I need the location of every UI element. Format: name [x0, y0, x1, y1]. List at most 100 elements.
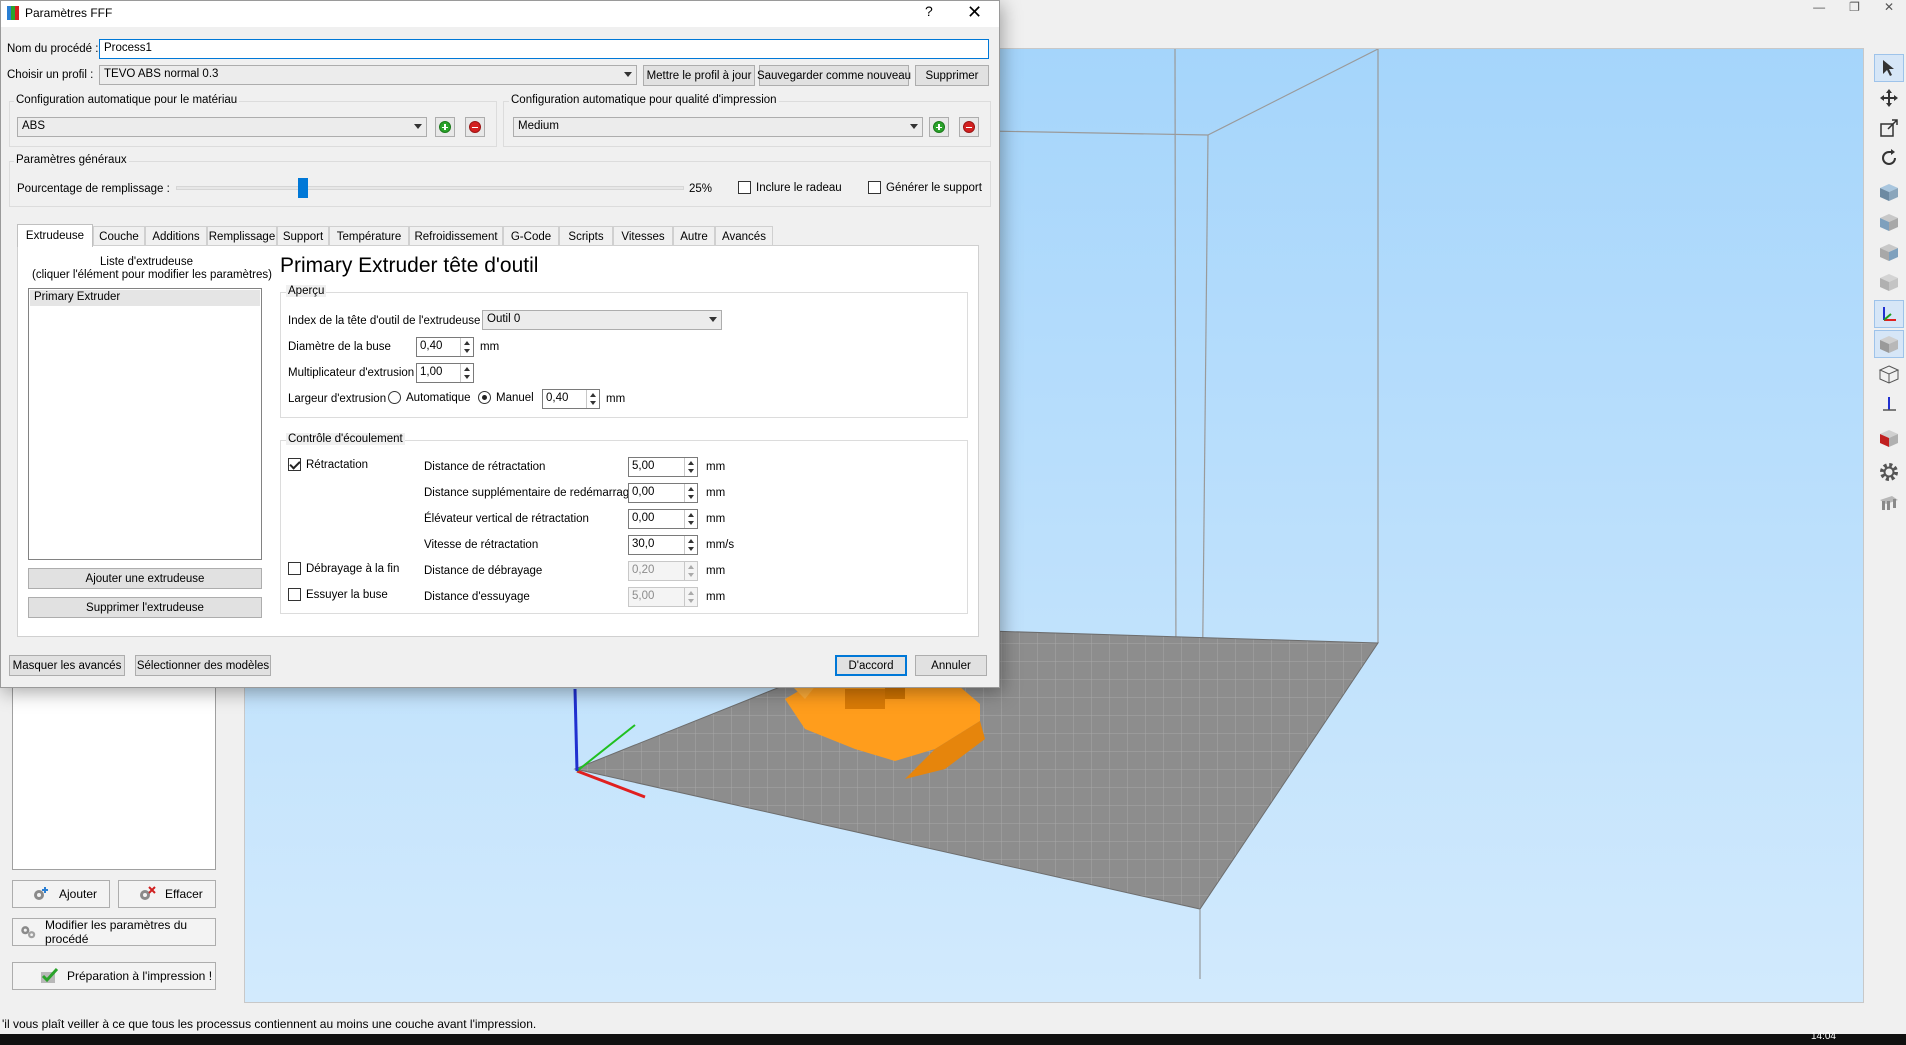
bed-icon[interactable] — [1874, 488, 1904, 516]
extrusion-width-auto-radio[interactable] — [388, 391, 401, 404]
cross-section-icon[interactable] — [1874, 424, 1904, 452]
retraction-distance-input[interactable]: 5,00 — [628, 457, 698, 477]
tool-index-select[interactable]: Outil 0 — [482, 310, 722, 330]
delete-profile-button[interactable]: Supprimer — [915, 65, 989, 86]
spinner-arrows-icon[interactable] — [684, 588, 697, 606]
select-models-button[interactable]: Sélectionner des modèles — [135, 655, 271, 676]
extruder-list-item[interactable]: Primary Extruder — [30, 290, 260, 306]
quality-select[interactable]: Medium — [513, 117, 923, 137]
tab-autre[interactable]: Autre — [673, 226, 715, 246]
wipe-distance-input[interactable]: 5,00 — [628, 587, 698, 607]
coast-at-end-checkbox[interactable] — [288, 562, 301, 575]
infill-slider-track[interactable] — [176, 186, 684, 190]
cancel-button[interactable]: Annuler — [915, 655, 987, 676]
spinner-arrows-icon[interactable] — [684, 458, 697, 476]
extruder-list[interactable]: Primary Extruder — [28, 288, 262, 560]
hide-advanced-button[interactable]: Masquer les avancés — [9, 655, 125, 676]
process-list[interactable] — [12, 680, 216, 870]
infill-slider-thumb[interactable] — [298, 178, 308, 198]
spinner-arrows-icon[interactable] — [460, 338, 473, 356]
status-bar: 'il vous plaît veiller à ce que tous les… — [2, 1017, 537, 1031]
help-icon[interactable]: ? — [925, 3, 933, 19]
tab-additions[interactable]: Additions — [145, 226, 207, 246]
spinner-arrows-icon[interactable] — [460, 364, 473, 382]
tab-couche[interactable]: Couche — [93, 226, 145, 246]
extrusion-width-value: 0,40 — [546, 392, 569, 404]
tab-refroidissement[interactable]: Refroidissement — [409, 226, 503, 246]
dialog-titlebar: Paramètres FFF ? ✕ — [1, 1, 999, 27]
retraction-speed-input[interactable]: 30,0 — [628, 535, 698, 555]
axis-arrow-icon[interactable] — [1874, 390, 1904, 418]
clear-button[interactable]: Effacer — [118, 880, 216, 908]
vertical-lift-input[interactable]: 0,00 — [628, 509, 698, 529]
retraction-distance-label: Distance de rétractation — [424, 461, 546, 473]
remove-material-button[interactable] — [465, 117, 485, 137]
generate-support-checkbox[interactable] — [868, 181, 881, 194]
ok-button[interactable]: D'accord — [835, 655, 907, 676]
wireframe-icon[interactable] — [1874, 360, 1904, 388]
tab-support[interactable]: Support — [277, 226, 329, 246]
restore-icon[interactable]: ❐ — [1849, 0, 1860, 14]
view-top-icon[interactable] — [1874, 178, 1904, 206]
close-window-icon[interactable]: ✕ — [1884, 0, 1894, 14]
view-front-icon[interactable] — [1874, 208, 1904, 236]
add-button[interactable]: Ajouter — [12, 880, 110, 908]
cursor-icon[interactable] — [1874, 54, 1904, 82]
edit-process-settings-button[interactable]: Modifier les paramètres du procédé — [12, 918, 216, 946]
scale-icon[interactable] — [1874, 114, 1904, 142]
spinner-arrows-icon[interactable] — [684, 536, 697, 554]
remove-extruder-button[interactable]: Supprimer l'extrudeuse — [28, 597, 262, 618]
tab-temperature[interactable]: Température — [329, 226, 409, 246]
extra-restart-distance-input[interactable]: 0,00 — [628, 483, 698, 503]
profile-select[interactable]: TEVO ABS normal 0.3 — [99, 65, 637, 85]
extrusion-multiplier-input[interactable]: 1,00 — [416, 363, 474, 383]
solid-view-icon[interactable] — [1874, 330, 1904, 358]
extrusion-width-input[interactable]: 0,40 — [542, 389, 600, 409]
close-icon[interactable]: ✕ — [967, 2, 982, 23]
tab-vitesses[interactable]: Vitesses — [613, 226, 673, 246]
process-name-input[interactable]: Process1 — [99, 39, 989, 59]
view-side-icon[interactable] — [1874, 238, 1904, 266]
tab-scripts[interactable]: Scripts — [559, 226, 613, 246]
spinner-arrows-icon[interactable] — [586, 390, 599, 408]
vertical-lift-label: Élévateur vertical de rétractation — [424, 513, 589, 525]
infill-value: 25% — [689, 183, 713, 195]
update-profile-button[interactable]: Mettre le profil à jour — [643, 65, 755, 86]
retraction-checkbox[interactable] — [288, 458, 301, 471]
add-quality-button[interactable] — [929, 117, 949, 137]
tab-extrudeuse[interactable]: Extrudeuse — [17, 224, 93, 247]
add-extruder-button[interactable]: Ajouter une extrudeuse — [28, 568, 262, 589]
prepare-to-print-button[interactable]: Préparation à l'impression ! — [12, 962, 216, 990]
retraction-speed-value: 30,0 — [632, 538, 655, 550]
minus-icon — [963, 121, 975, 133]
wipe-nozzle-checkbox[interactable] — [288, 588, 301, 601]
spinner-arrows-icon[interactable] — [684, 510, 697, 528]
view-iso-icon[interactable] — [1874, 268, 1904, 296]
coast-distance-input[interactable]: 0,20 — [628, 561, 698, 581]
extruder-heading: Primary Extruder tête d'outil — [280, 254, 539, 277]
add-material-button[interactable] — [435, 117, 455, 137]
move-icon[interactable] — [1874, 84, 1904, 112]
prepare-check-icon — [41, 967, 59, 983]
material-select[interactable]: ABS — [17, 117, 427, 137]
tab-remplissage[interactable]: Remplissage — [207, 226, 277, 246]
extrusion-width-manual-label: Manuel — [496, 392, 534, 404]
include-raft-checkbox[interactable] — [738, 181, 751, 194]
tab-g-code[interactable]: G-Code — [503, 226, 559, 246]
settings-gear-icon[interactable] — [1874, 458, 1904, 486]
remove-quality-button[interactable] — [959, 117, 979, 137]
quality-select-value: Medium — [518, 120, 559, 132]
rotate-icon[interactable] — [1874, 144, 1904, 172]
wipe-nozzle-label: Essuyer la buse — [306, 589, 388, 601]
save-as-new-button[interactable]: Sauvegarder comme nouveau — [757, 65, 911, 86]
nozzle-diameter-input[interactable]: 0,40 — [416, 337, 474, 357]
tab-avances[interactable]: Avancés — [715, 226, 773, 246]
flow-control-group — [280, 440, 968, 614]
minimize-icon[interactable]: — — [1813, 0, 1825, 14]
spinner-arrows-icon[interactable] — [684, 484, 697, 502]
material-select-value: ABS — [22, 120, 46, 132]
axes-icon[interactable] — [1874, 300, 1904, 328]
extrusion-width-manual-radio[interactable] — [478, 391, 491, 404]
extruder-tab-panel: Liste d'extrudeuse (cliquer l'élément po… — [17, 245, 979, 637]
spinner-arrows-icon[interactable] — [684, 562, 697, 580]
